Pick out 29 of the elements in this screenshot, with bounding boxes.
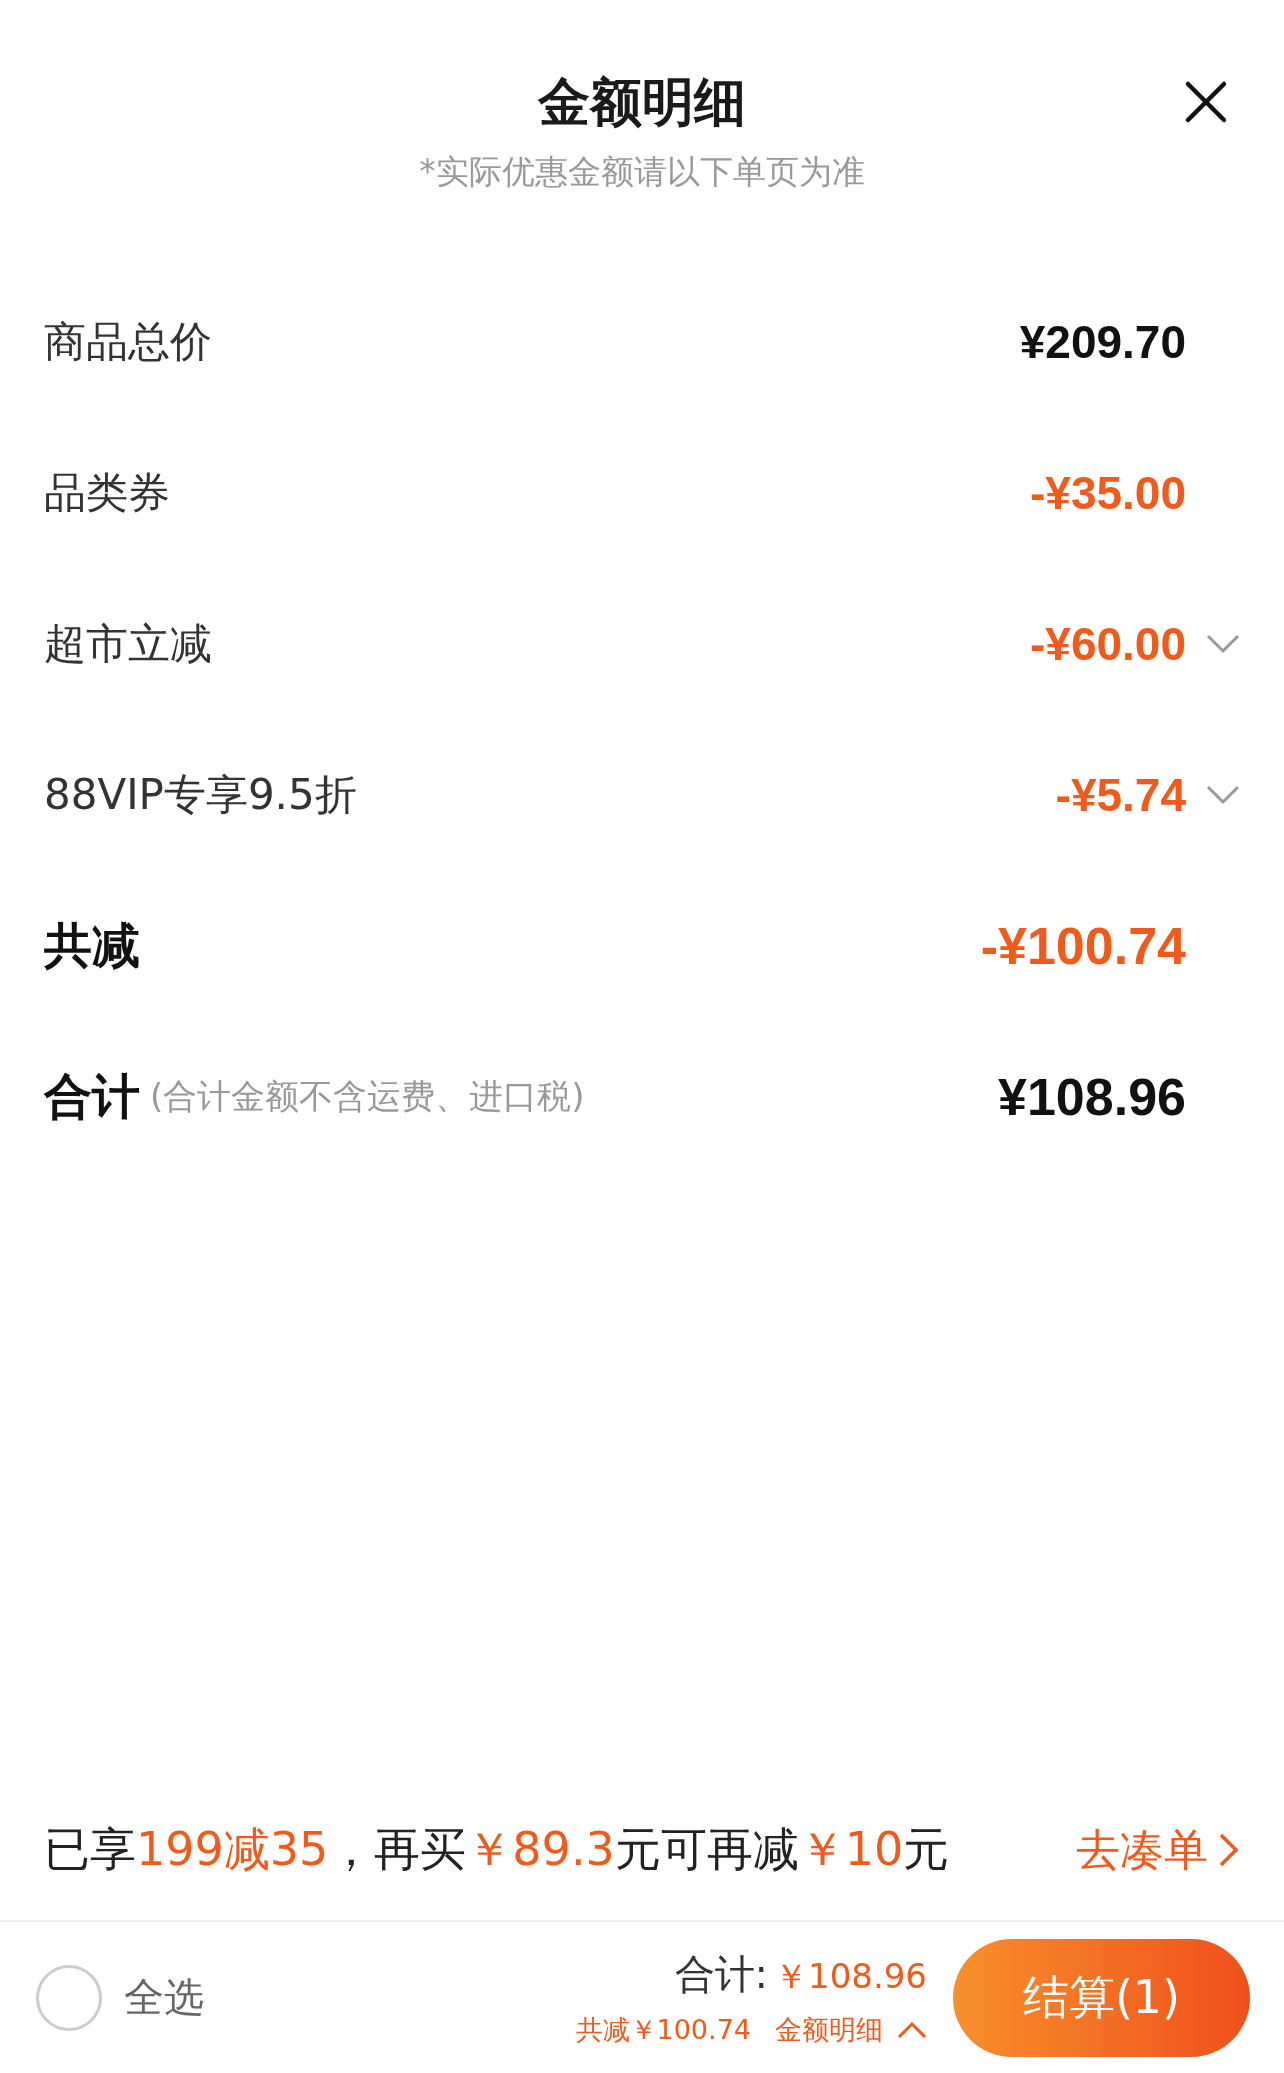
row-label: 共减 [44,915,140,975]
row-label: 商品总价 [44,315,212,368]
close-icon[interactable] [1184,80,1228,124]
row-amount: ¥209.70 [1019,314,1186,369]
chevron-down-icon[interactable] [1206,633,1240,654]
select-all-label[interactable]: 全选 [124,1970,204,2025]
row-label: 合计 [44,1066,140,1126]
row-amount: ¥108.96 [998,1066,1186,1127]
row-amount: -¥60.00 [1030,616,1186,671]
details-link[interactable]: 金额明细 [775,2012,927,2048]
total-label: 合计: [674,1950,769,1999]
add-items-link[interactable]: 去凑单 [1076,1820,1240,1880]
row-label: 超市立减 [44,617,212,670]
saved-amount: 共减￥100.74 [575,2013,751,2047]
row-amount: -¥5.74 [1055,767,1186,822]
row-amount: -¥35.00 [1030,465,1186,520]
row-amount: -¥100.74 [980,915,1186,976]
row-label: 88VIP专享9.5折 [44,768,357,821]
sheet-title: 金额明细 [538,72,746,132]
row-note: (合计金额不含运费、进口税) [150,1074,585,1118]
disclaimer-text: *实际优惠金额请以下单页为准 [419,151,865,193]
chevron-right-icon[interactable] [1218,1832,1240,1868]
total-amount: ￥108.96 [774,1955,927,1998]
select-all-checkbox[interactable] [36,1964,102,2031]
caret-up-icon[interactable] [897,2021,927,2039]
row-label: 品类券 [44,466,170,519]
chevron-down-icon[interactable] [1206,784,1240,805]
promo-text: 已享199减35，再买￥89.3元可再减￥10元 [44,1821,950,1878]
checkout-button[interactable]: 结算(1) [953,1938,1250,2057]
